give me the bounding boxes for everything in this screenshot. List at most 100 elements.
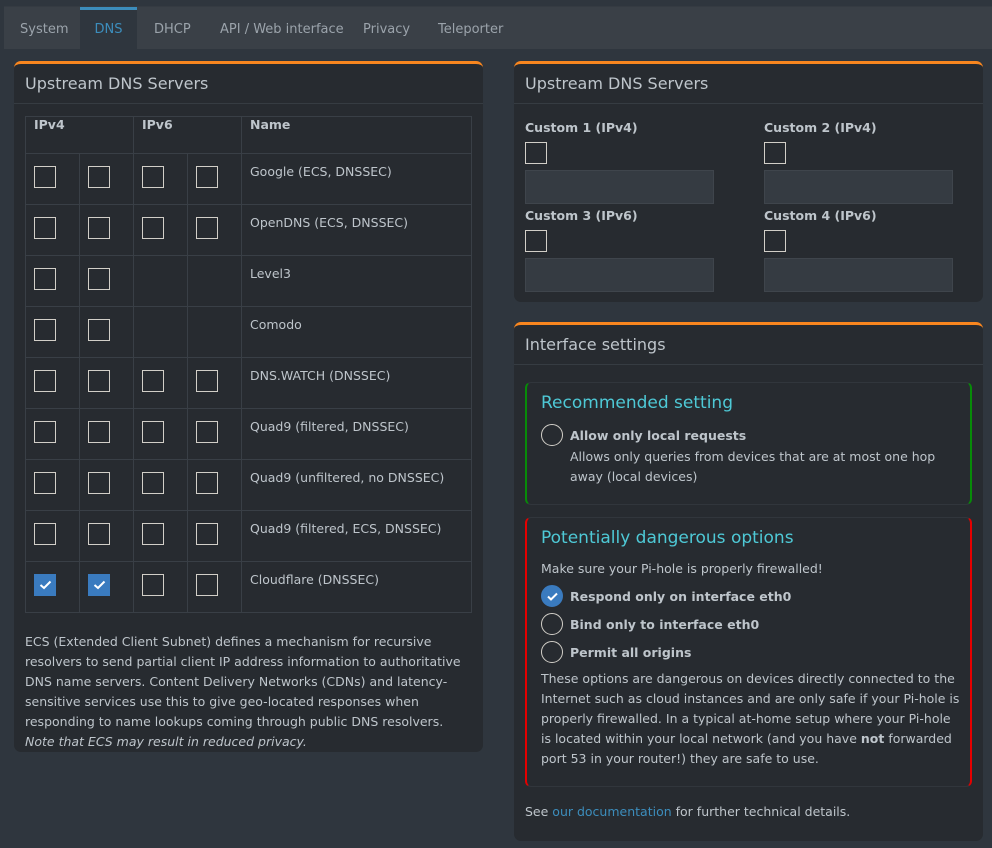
ipv6-server-1-checkbox[interactable]: [142, 217, 164, 239]
firewall-warning: Make sure your Pi-hole is properly firew…: [541, 561, 823, 576]
tab-api-web-interface[interactable]: API / Web interface: [220, 7, 344, 50]
ipv6-cell: [133, 357, 188, 409]
bind-only-eth0-radio[interactable]: [541, 613, 563, 635]
ipv4-server-1-checkbox[interactable]: [34, 268, 56, 290]
column-header-ipv6: IPv6: [133, 116, 242, 154]
ipv6-cell: [133, 306, 188, 358]
server-name: Cloudflare (DNSSEC): [241, 561, 472, 613]
dangerous-options-panel: Potentially dangerous options Make sure …: [525, 517, 972, 787]
ipv4-server-1-checkbox[interactable]: [34, 217, 56, 239]
upstream-dns-table: IPv4 IPv6 Name Google (ECS, DNSSEC) OpenD…: [25, 116, 472, 613]
ipv4-cell: [79, 408, 134, 460]
ipv6-cell: [187, 204, 242, 256]
respond-only-eth0-radio[interactable]: [541, 585, 563, 607]
respond-only-eth0-label[interactable]: Respond only on interface eth0: [570, 589, 791, 604]
bind-only-eth0-label[interactable]: Bind only to interface eth0: [570, 617, 759, 632]
ipv4-server-2-checkbox[interactable]: [88, 574, 110, 596]
ipv6-cell: [187, 153, 242, 205]
server-name: Quad9 (unfiltered, no DNSSEC): [241, 459, 472, 511]
ipv6-cell: [187, 459, 242, 511]
ipv6-server-2-checkbox[interactable]: [196, 421, 218, 443]
ipv4-server-2-checkbox[interactable]: [88, 472, 110, 494]
tab-system[interactable]: System: [20, 7, 68, 50]
ipv6-server-2-checkbox[interactable]: [196, 217, 218, 239]
custom-2-checkbox[interactable]: [764, 142, 786, 164]
server-name: Comodo: [241, 306, 472, 358]
ipv4-cell: [79, 204, 134, 256]
permit-all-origins-radio[interactable]: [541, 641, 563, 663]
server-name: Level3: [241, 255, 472, 307]
allow-local-requests-label[interactable]: Allow only local requests: [570, 428, 746, 443]
ipv6-server-2-checkbox[interactable]: [196, 574, 218, 596]
ipv6-cell: [187, 561, 242, 613]
table-row: Quad9 (filtered, DNSSEC): [25, 408, 472, 460]
documentation-link[interactable]: our documentation: [552, 804, 671, 819]
ipv4-server-1-checkbox[interactable]: [34, 523, 56, 545]
ipv4-cell: [25, 561, 80, 613]
ipv6-server-1-checkbox[interactable]: [142, 166, 164, 188]
ipv4-server-1-checkbox[interactable]: [34, 574, 56, 596]
ipv4-server-2-checkbox[interactable]: [88, 217, 110, 239]
ipv6-server-1-checkbox[interactable]: [142, 523, 164, 545]
custom-2-input[interactable]: [764, 170, 953, 204]
box-title: Upstream DNS Servers: [14, 64, 483, 104]
tab-dns[interactable]: DNS: [80, 7, 137, 50]
ipv4-cell: [25, 408, 80, 460]
ipv4-server-2-checkbox[interactable]: [88, 370, 110, 392]
custom-4-input[interactable]: [764, 258, 953, 292]
ipv6-server-2-checkbox[interactable]: [196, 166, 218, 188]
table-row: DNS.WATCH (DNSSEC): [25, 357, 472, 409]
table-row: OpenDNS (ECS, DNSSEC): [25, 204, 472, 256]
ipv6-server-1-checkbox[interactable]: [142, 472, 164, 494]
ipv4-server-1-checkbox[interactable]: [34, 370, 56, 392]
tab-teleporter[interactable]: Teleporter: [438, 7, 503, 50]
ipv6-server-1-checkbox[interactable]: [142, 421, 164, 443]
ipv6-cell: [187, 408, 242, 460]
ipv4-cell: [79, 459, 134, 511]
ipv6-cell: [133, 459, 188, 511]
ipv4-server-2-checkbox[interactable]: [88, 421, 110, 443]
ipv6-server-2-checkbox[interactable]: [196, 472, 218, 494]
recommended-setting-panel: Recommended setting Allow only local req…: [525, 382, 972, 505]
custom-3-input[interactable]: [525, 258, 714, 292]
custom-3-label: Custom 3 (IPv6): [525, 208, 638, 223]
ipv6-cell: [187, 306, 242, 358]
ipv4-cell: [25, 204, 80, 256]
table-row: Google (ECS, DNSSEC): [25, 153, 472, 205]
ecs-privacy-note: Note that ECS may result in reduced priv…: [25, 734, 307, 749]
ipv4-cell: [25, 510, 80, 562]
documentation-note: See our documentation for further techni…: [525, 802, 850, 822]
ipv4-server-2-checkbox[interactable]: [88, 166, 110, 188]
ipv4-server-1-checkbox[interactable]: [34, 472, 56, 494]
tab-privacy[interactable]: Privacy: [363, 7, 410, 50]
ipv4-server-2-checkbox[interactable]: [88, 319, 110, 341]
ecs-note: ECS (Extended Client Subnet) defines a m…: [25, 632, 475, 752]
recommended-title: Recommended setting: [541, 393, 733, 413]
custom-upstream-box: Upstream DNS Servers Custom 1 (IPv4) Cus…: [514, 61, 983, 302]
ipv6-server-1-checkbox[interactable]: [142, 574, 164, 596]
dangerous-title: Potentially dangerous options: [541, 528, 794, 548]
ipv4-cell: [79, 153, 134, 205]
ipv6-cell: [133, 204, 188, 256]
ipv4-server-1-checkbox[interactable]: [34, 421, 56, 443]
custom-1-checkbox[interactable]: [525, 142, 547, 164]
table-row: Quad9 (filtered, ECS, DNSSEC): [25, 510, 472, 562]
settings-tabbar: System DNS DHCP API / Web interface Priv…: [4, 6, 992, 50]
permit-all-origins-label[interactable]: Permit all origins: [570, 645, 691, 660]
ipv4-server-2-checkbox[interactable]: [88, 268, 110, 290]
ipv4-server-1-checkbox[interactable]: [34, 166, 56, 188]
custom-4-checkbox[interactable]: [764, 230, 786, 252]
ipv6-cell: [187, 357, 242, 409]
allow-local-requests-radio[interactable]: [541, 424, 563, 446]
ipv6-server-1-checkbox[interactable]: [142, 370, 164, 392]
ipv4-server-2-checkbox[interactable]: [88, 523, 110, 545]
ipv6-server-2-checkbox[interactable]: [196, 370, 218, 392]
custom-1-input[interactable]: [525, 170, 714, 204]
ipv4-server-1-checkbox[interactable]: [34, 319, 56, 341]
ipv4-cell: [25, 357, 80, 409]
custom-3-checkbox[interactable]: [525, 230, 547, 252]
table-row: Quad9 (unfiltered, no DNSSEC): [25, 459, 472, 511]
interface-settings-box: Interface settings Recommended setting A…: [514, 322, 983, 841]
ipv6-server-2-checkbox[interactable]: [196, 523, 218, 545]
tab-dhcp[interactable]: DHCP: [154, 7, 191, 50]
